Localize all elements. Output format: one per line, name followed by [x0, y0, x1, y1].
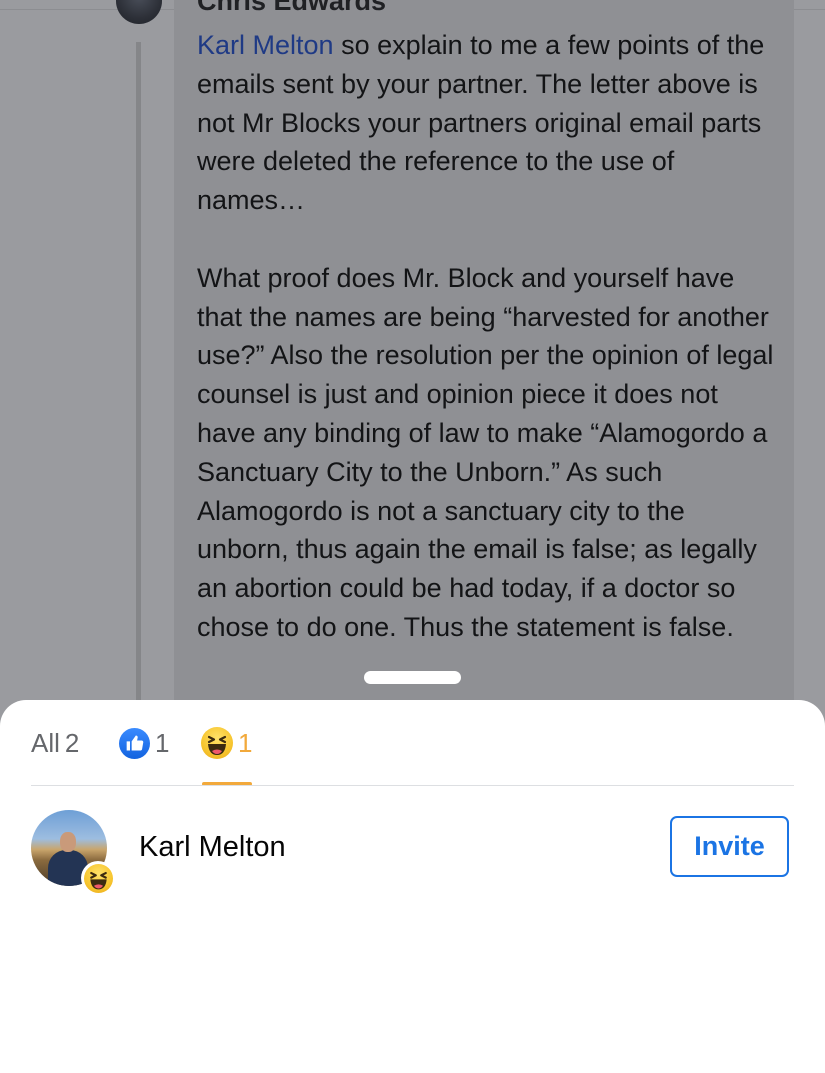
reaction-badge: [81, 861, 115, 895]
reaction-tabs: All 2 1 1: [0, 700, 825, 786]
comment-author: Chris Edwards: [197, 0, 387, 16]
comment-paragraph-2: What proof does Mr. Block and yourself h…: [197, 262, 774, 642]
invite-button[interactable]: Invite: [670, 816, 789, 877]
commenter-avatar: [116, 0, 162, 24]
comment-paragraph-1: Karl Melton so explain to me a few point…: [197, 26, 782, 220]
dimmed-background: Chris Edwards Karl Melton so explain to …: [0, 0, 825, 722]
sheet-drag-handle[interactable]: [364, 671, 461, 684]
reactions-sheet: All 2 1 1 Karl Melton Invite: [0, 700, 825, 1073]
tab-like-count: 1: [155, 727, 170, 758]
tab-haha[interactable]: 1: [201, 727, 253, 759]
haha-icon: [201, 727, 233, 759]
list-item[interactable]: Karl Melton Invite: [0, 808, 825, 895]
haha-icon: [83, 863, 113, 893]
tab-haha-count: 1: [238, 727, 253, 758]
tab-all[interactable]: All 2: [31, 728, 79, 758]
tab-all-count: 2: [64, 727, 80, 758]
tab-like[interactable]: 1: [119, 727, 170, 759]
like-icon: [119, 727, 150, 759]
tabs-divider: [31, 785, 794, 786]
tab-all-label: All: [31, 727, 60, 758]
mention-link[interactable]: Karl Melton: [197, 30, 334, 60]
person-name[interactable]: Karl Melton: [139, 831, 286, 864]
comment-text: Karl Melton so explain to me a few point…: [197, 26, 782, 647]
thread-line: [136, 42, 141, 722]
